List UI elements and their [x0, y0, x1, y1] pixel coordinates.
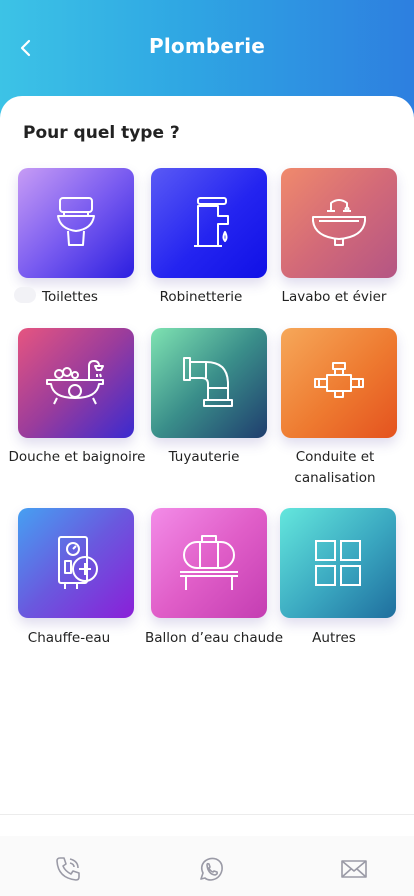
category-autres[interactable]	[280, 508, 396, 618]
faucet-icon	[194, 197, 229, 247]
nav-phone[interactable]	[52, 853, 84, 885]
bathtub-icon	[46, 360, 104, 405]
category-label: Robinetterie	[159, 289, 243, 305]
whatsapp-icon	[200, 857, 223, 881]
sink-icon	[312, 199, 366, 246]
category-chauffe-eau[interactable]	[18, 508, 134, 618]
toilet-icon	[57, 197, 95, 246]
water-tank-icon	[180, 535, 238, 590]
pipe-elbow-icon	[183, 357, 233, 407]
mail-icon	[341, 860, 367, 878]
water-heater-icon	[58, 536, 98, 589]
category-label: Lavabo et évier	[281, 289, 387, 305]
divider	[0, 814, 414, 815]
category-conduite[interactable]	[281, 328, 397, 438]
nav-mail[interactable]	[338, 853, 370, 885]
category-label: Autres	[312, 630, 356, 646]
category-tuyauterie[interactable]	[151, 328, 267, 438]
category-robinetterie[interactable]	[151, 168, 267, 278]
question-heading: Pour quel type ?	[23, 123, 180, 143]
category-label: Douche et baignoire	[8, 449, 146, 465]
category-ballon[interactable]	[151, 508, 267, 618]
category-label: Conduite et canalisation	[294, 449, 376, 486]
pipe-fitting-icon	[314, 362, 364, 398]
scroll-indicator	[14, 287, 36, 303]
category-label: Chauffe-eau	[27, 630, 111, 646]
category-label: Tuyauterie	[168, 449, 240, 465]
phone-icon	[56, 857, 80, 881]
category-lavabo[interactable]	[281, 168, 397, 278]
nav-whatsapp[interactable]	[195, 853, 227, 885]
category-douche[interactable]	[18, 328, 134, 438]
category-label: Ballon d’eau chaude	[144, 630, 284, 646]
page-title: Plomberie	[148, 34, 266, 58]
grid-icon	[315, 540, 361, 586]
bottom-nav	[0, 836, 414, 896]
category-toilettes[interactable]	[18, 168, 134, 278]
